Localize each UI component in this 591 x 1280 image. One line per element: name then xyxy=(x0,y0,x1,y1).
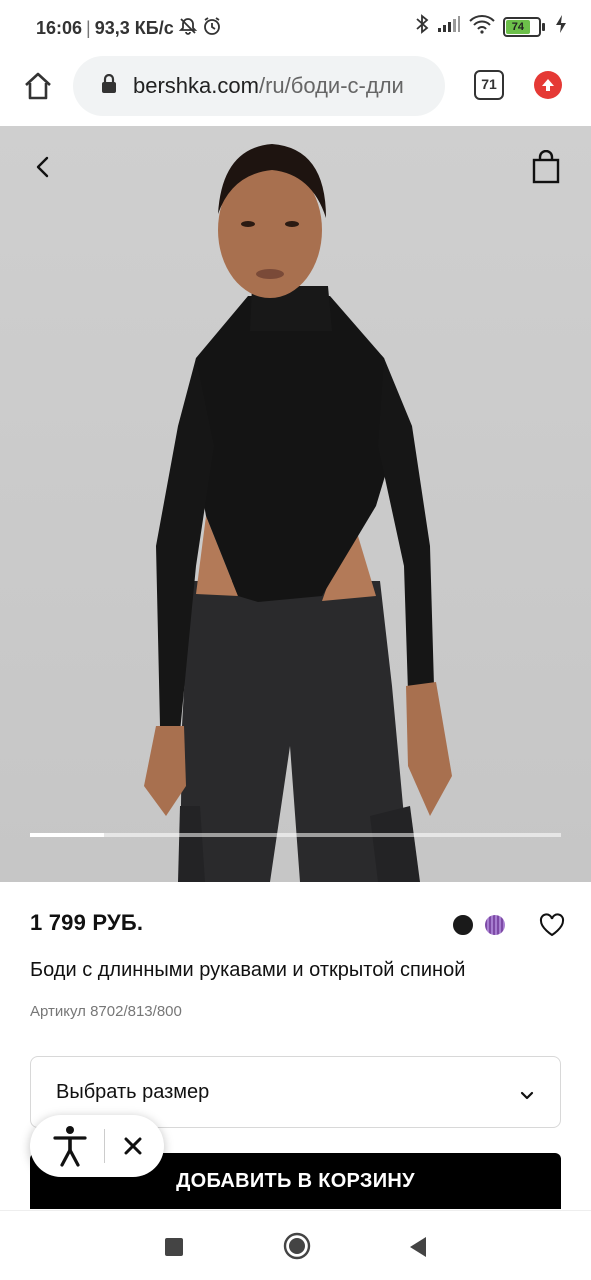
browser-toolbar: bershka.com/ru/боди-с-дли 71 xyxy=(0,54,591,126)
battery-icon: 74 xyxy=(503,16,545,37)
product-price: 1 799 РУБ. xyxy=(30,910,144,935)
bluetooth-icon xyxy=(415,14,429,39)
accessibility-person-icon[interactable] xyxy=(52,1125,88,1167)
tab-switcher-button[interactable]: 71 xyxy=(474,70,504,100)
color-swatch-purple[interactable] xyxy=(485,915,505,935)
color-swatches xyxy=(453,915,505,935)
heart-icon[interactable] xyxy=(539,913,565,937)
accessibility-widget xyxy=(30,1115,164,1177)
shopping-bag-icon[interactable] xyxy=(530,149,562,184)
gallery-progress-fill xyxy=(30,833,105,837)
wifi-icon xyxy=(469,14,495,39)
status-time: 16:06 xyxy=(36,18,83,38)
size-selector-label: Выбрать размер xyxy=(56,1080,210,1103)
network-speed: 93,3 КБ/с xyxy=(94,18,174,38)
battery-level: 74 xyxy=(506,19,530,34)
signal-icon xyxy=(437,15,461,38)
bell-off-icon xyxy=(178,16,198,41)
status-right: 74 xyxy=(415,14,567,39)
address-bar[interactable]: bershka.com/ru/боди-с-дли xyxy=(73,56,445,116)
alarm-icon xyxy=(202,16,222,41)
android-nav-bar xyxy=(0,1210,591,1280)
widget-divider xyxy=(104,1129,105,1163)
lock-icon xyxy=(101,73,117,99)
url-text: bershka.com/ru/боди-с-дли xyxy=(133,73,404,99)
charging-icon xyxy=(555,14,567,39)
url-path: /ru/боди-с-дли xyxy=(258,73,404,98)
status-left: 16:06 | 93,3 КБ/с xyxy=(36,16,222,41)
close-icon[interactable] xyxy=(120,1133,146,1159)
product-image-gallery[interactable] xyxy=(0,126,591,882)
update-arrow-icon[interactable] xyxy=(534,71,562,99)
gallery-progress-bar xyxy=(30,833,561,837)
product-title: Боди с длинными рукавами и открытой спин… xyxy=(30,959,466,981)
chevron-left-icon[interactable] xyxy=(28,152,58,182)
status-bar: 16:06 | 93,3 КБ/с 74 xyxy=(0,0,591,54)
recent-apps-icon[interactable] xyxy=(165,1238,183,1256)
color-swatch-black[interactable] xyxy=(453,915,473,935)
product-sku: Артикул 8702/813/800 xyxy=(30,1003,182,1020)
model-photo xyxy=(144,144,452,882)
back-triangle-icon[interactable] xyxy=(408,1236,428,1258)
home-icon[interactable] xyxy=(18,66,58,106)
status-separator: | xyxy=(86,18,91,38)
home-circle-icon[interactable] xyxy=(283,1232,311,1260)
url-host: bershka.com xyxy=(133,73,259,98)
chevron-down-icon xyxy=(520,1085,534,1100)
